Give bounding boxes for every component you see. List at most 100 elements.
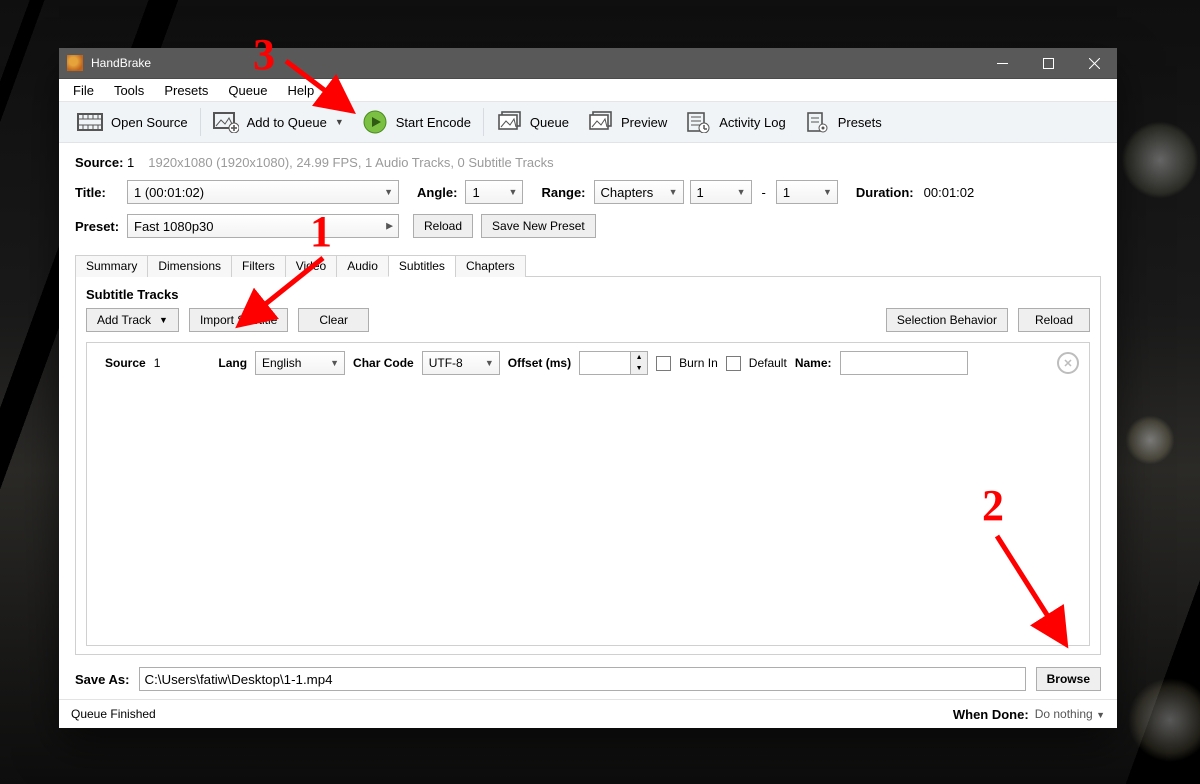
add-to-queue-button[interactable]: Add to Queue ▼	[205, 102, 352, 142]
range-to-select[interactable]: 1▼	[776, 180, 838, 204]
import-subtitle-button[interactable]: Import Subtitle	[189, 308, 288, 332]
subtitles-panel: Subtitle Tracks Add Track ▼ Import Subti…	[75, 277, 1101, 655]
menu-presets[interactable]: Presets	[154, 81, 218, 100]
track-offset-spinner[interactable]: ▲▼	[579, 351, 648, 375]
queue-label: Queue	[530, 115, 569, 130]
preset-label: Preset:	[75, 219, 127, 234]
range-from-value: 1	[697, 185, 704, 200]
when-done-select[interactable]: Do nothing ▼	[1035, 707, 1105, 721]
preset-select[interactable]: Fast 1080p30 ▶	[127, 214, 399, 238]
preview-label: Preview	[621, 115, 667, 130]
source-row: Source: 1 1920x1080 (1920x1080), 24.99 F…	[75, 155, 1101, 170]
tab-dimensions[interactable]: Dimensions	[147, 255, 232, 277]
track-name-input[interactable]	[840, 351, 968, 375]
title-label: Title:	[75, 185, 127, 200]
preset-row: Preset: Fast 1080p30 ▶ Reload Save New Pr…	[75, 214, 1101, 238]
source-label: Source:	[75, 155, 127, 170]
track-lang-label: Lang	[218, 356, 247, 370]
menu-tools[interactable]: Tools	[104, 81, 154, 100]
source-index: 1	[127, 155, 134, 170]
menu-help[interactable]: Help	[277, 81, 324, 100]
chevron-down-icon: ▼	[335, 117, 344, 127]
chevron-right-icon: ▶	[386, 221, 393, 232]
save-as-row: Save As: Browse	[75, 667, 1101, 691]
film-reel-icon	[77, 110, 103, 134]
title-row: Title: 1 (00:01:02)▼ Angle: 1▼ Range: Ch…	[75, 180, 1101, 204]
tab-audio[interactable]: Audio	[336, 255, 389, 277]
track-charcode-label: Char Code	[353, 356, 414, 370]
tab-chapters[interactable]: Chapters	[455, 255, 526, 277]
range-type-select[interactable]: Chapters ▼	[594, 180, 684, 204]
tab-video[interactable]: Video	[285, 255, 337, 277]
range-label: Range:	[541, 185, 585, 200]
maximize-button[interactable]	[1025, 48, 1071, 78]
save-as-label: Save As:	[75, 672, 129, 687]
angle-select[interactable]: 1▼	[465, 180, 523, 204]
browse-button[interactable]: Browse	[1036, 667, 1101, 691]
track-charcode-select[interactable]: UTF-8▼	[422, 351, 500, 375]
track-source-index: 1	[154, 356, 161, 370]
add-to-queue-label: Add to Queue	[247, 115, 327, 130]
activity-log-label: Activity Log	[719, 115, 785, 130]
preview-button[interactable]: Preview	[579, 102, 675, 142]
duration-value: 00:01:02	[924, 185, 975, 200]
queue-button[interactable]: Queue	[488, 102, 577, 142]
tab-filters[interactable]: Filters	[231, 255, 286, 277]
default-checkbox[interactable]	[726, 356, 741, 371]
title-value: 1 (00:01:02)	[134, 185, 204, 200]
spinner-up-icon[interactable]: ▲	[631, 352, 647, 363]
remove-track-button[interactable]: ✕	[1057, 352, 1079, 374]
close-button[interactable]	[1071, 48, 1117, 78]
burn-in-label: Burn In	[679, 356, 718, 370]
chevron-down-icon: ▼	[737, 187, 746, 197]
subtitle-tracks-heading: Subtitle Tracks	[86, 287, 1090, 302]
preset-value: Fast 1080p30	[134, 219, 214, 234]
chevron-down-icon: ▼	[823, 187, 832, 197]
tab-subtitles[interactable]: Subtitles	[388, 255, 456, 277]
range-from-select[interactable]: 1▼	[690, 180, 752, 204]
reload-subtitles-button[interactable]: Reload	[1018, 308, 1090, 332]
start-encode-button[interactable]: Start Encode	[354, 102, 479, 142]
range-to-value: 1	[783, 185, 790, 200]
when-done-label: When Done:	[953, 707, 1029, 722]
chevron-down-icon: ▼	[1096, 710, 1105, 720]
image-stack-icon	[496, 110, 522, 134]
minimize-button[interactable]	[979, 48, 1025, 78]
app-window: HandBrake File Tools Presets Queue Help …	[59, 48, 1117, 728]
burn-in-checkbox[interactable]	[656, 356, 671, 371]
title-select[interactable]: 1 (00:01:02)▼	[127, 180, 399, 204]
menu-file[interactable]: File	[63, 81, 104, 100]
save-as-input[interactable]	[139, 667, 1025, 691]
activity-log-button[interactable]: Activity Log	[677, 102, 793, 142]
angle-value: 1	[472, 185, 479, 200]
presets-toolbar-button[interactable]: Presets	[796, 102, 890, 142]
reload-preset-button[interactable]: Reload	[413, 214, 473, 238]
log-icon	[685, 110, 711, 134]
subtitle-track-row: Source 1 Lang English▼ Char Code UTF-8▼ …	[97, 351, 1079, 375]
chevron-down-icon: ▼	[669, 187, 678, 197]
content-area: Source: 1 1920x1080 (1920x1080), 24.99 F…	[59, 143, 1117, 699]
chevron-down-icon: ▼	[509, 187, 518, 197]
save-new-preset-button[interactable]: Save New Preset	[481, 214, 596, 238]
close-icon: ✕	[1063, 357, 1072, 370]
track-offset-input[interactable]	[579, 351, 631, 375]
default-label: Default	[749, 356, 787, 370]
add-track-button[interactable]: Add Track ▼	[86, 308, 179, 332]
spinner-down-icon[interactable]: ▼	[631, 363, 647, 374]
status-bar: Queue Finished When Done: Do nothing ▼	[59, 699, 1117, 728]
tab-summary[interactable]: Summary	[75, 255, 148, 277]
track-source-label: Source	[105, 356, 146, 370]
tracks-list: Source 1 Lang English▼ Char Code UTF-8▼ …	[86, 342, 1090, 646]
range-type-value: Chapters	[601, 185, 654, 200]
title-bar: HandBrake	[59, 48, 1117, 79]
subtitle-buttons-row: Add Track ▼ Import Subtitle Clear Select…	[86, 308, 1090, 332]
selection-behavior-button[interactable]: Selection Behavior	[886, 308, 1008, 332]
queue-status: Queue Finished	[71, 707, 156, 721]
track-lang-select[interactable]: English▼	[255, 351, 345, 375]
clear-button[interactable]: Clear	[298, 308, 369, 332]
tabs: Summary Dimensions Filters Video Audio S…	[75, 254, 1101, 277]
menu-queue[interactable]: Queue	[218, 81, 277, 100]
presets-toolbar-label: Presets	[838, 115, 882, 130]
play-icon	[362, 110, 388, 134]
open-source-button[interactable]: Open Source	[69, 102, 196, 142]
